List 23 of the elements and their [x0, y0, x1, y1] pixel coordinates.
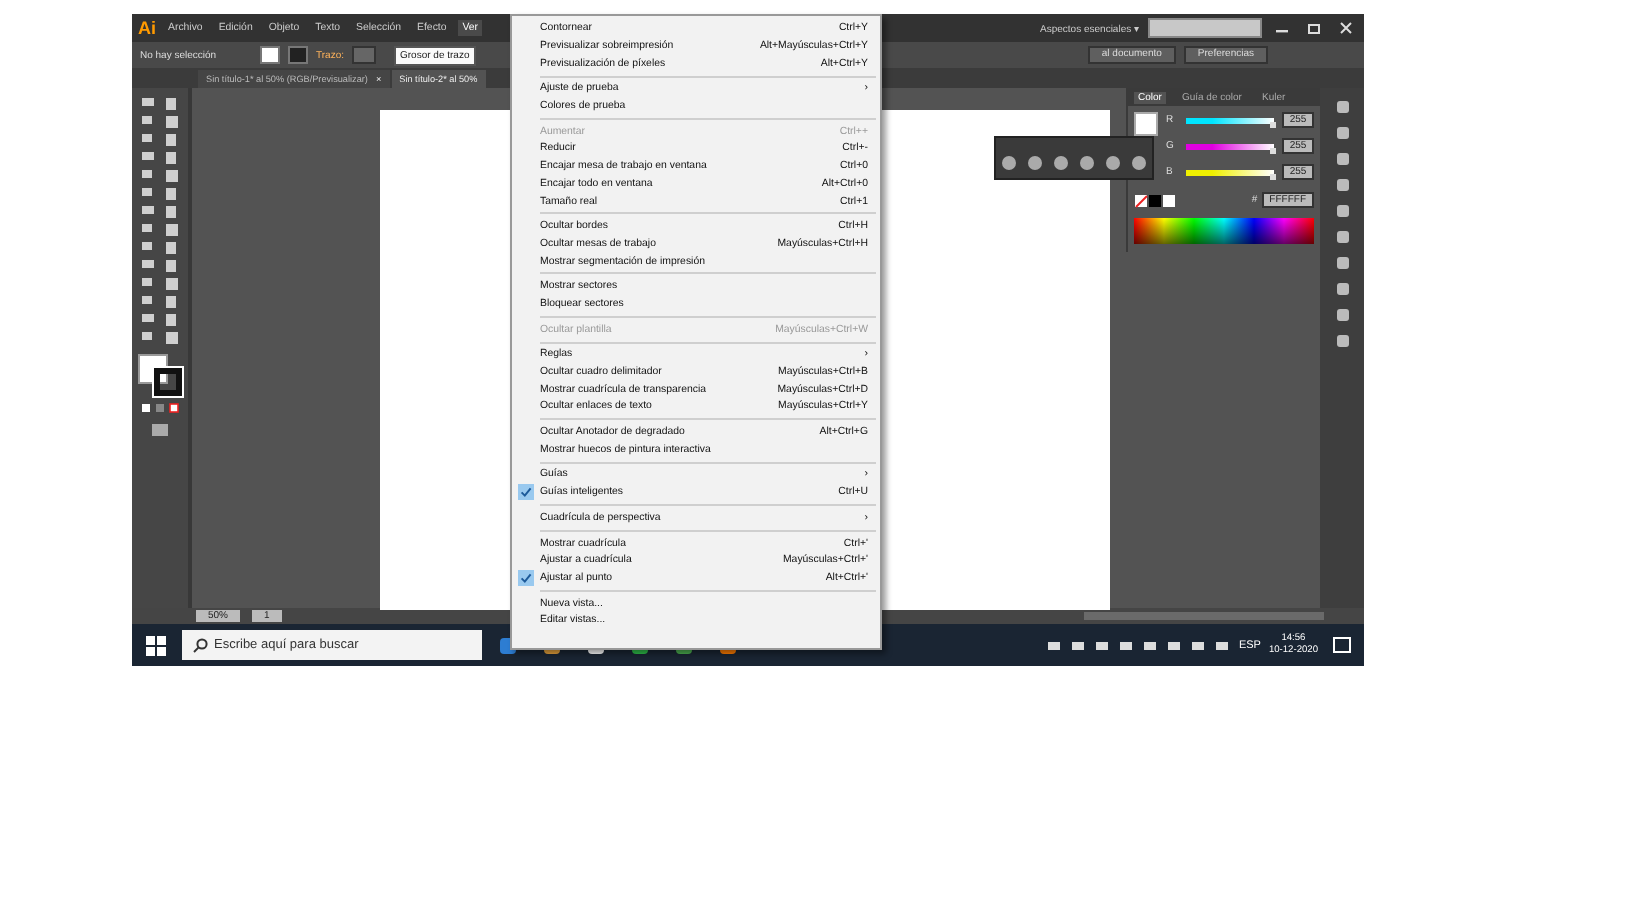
slider-thumb[interactable] [1270, 173, 1276, 179]
search-field[interactable] [1148, 18, 1262, 38]
color-mode-icon[interactable] [140, 402, 180, 414]
color-slider[interactable] [1186, 169, 1274, 175]
fill-swatch[interactable] [1134, 112, 1158, 136]
search-icon [192, 637, 208, 653]
stroke-swatch[interactable] [288, 46, 308, 64]
color-spectrum[interactable] [1134, 218, 1314, 244]
fill-swatch[interactable] [260, 46, 280, 64]
app-logo: Ai [138, 18, 156, 38]
windows-start-icon[interactable] [144, 633, 168, 657]
color-slider[interactable] [1186, 117, 1274, 123]
slider-thumb[interactable] [1270, 147, 1276, 153]
scrollbar[interactable] [1084, 612, 1324, 620]
color-swatches-icon[interactable] [1134, 193, 1178, 207]
stroke-weight-field[interactable] [351, 46, 376, 64]
close-button[interactable] [1338, 22, 1354, 34]
slider-thumb[interactable] [1270, 121, 1276, 127]
notifications-icon[interactable] [1332, 635, 1352, 655]
restore-button[interactable] [1306, 22, 1322, 34]
screen-mode-icon[interactable] [150, 422, 170, 438]
fill-stroke-drawing[interactable] [138, 354, 182, 394]
color-slider[interactable] [1186, 143, 1274, 149]
